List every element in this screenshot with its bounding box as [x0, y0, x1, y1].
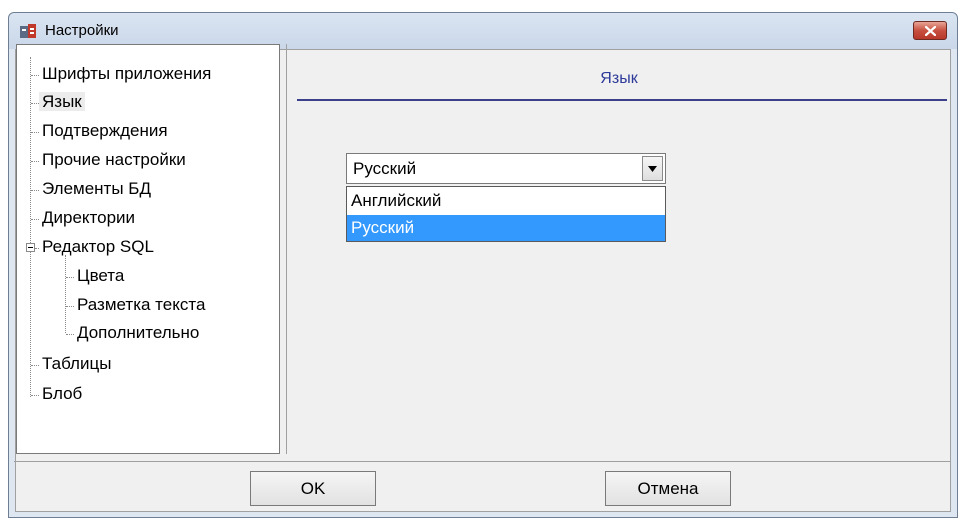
tree-item-label: Цвета: [77, 266, 125, 285]
tree-item-other-settings[interactable]: Прочие настройки: [39, 148, 189, 174]
tree-item-label: Прочие настройки: [42, 150, 186, 169]
language-option-english[interactable]: Английский: [347, 188, 665, 214]
tree-item-label: Директории: [42, 208, 136, 227]
panel-title: Язык: [600, 70, 638, 87]
close-button[interactable]: [913, 21, 947, 40]
tree-item-label: Разметка текста: [77, 295, 206, 314]
tree-item-label: Подтверждения: [42, 121, 168, 140]
tree-item-db-elements[interactable]: Элементы БД: [39, 177, 154, 203]
settings-tree[interactable]: Шрифты приложения Язык Подтверждения Про…: [16, 44, 280, 454]
tree-item-directories[interactable]: Директории: [39, 206, 138, 232]
tree-item-label: Элементы БД: [42, 179, 151, 198]
tree-item-label: Шрифты приложения: [42, 64, 212, 83]
tree-item-app-fonts[interactable]: Шрифты приложения: [39, 62, 214, 88]
close-icon: [925, 26, 936, 36]
collapse-toggle-icon[interactable]: [26, 243, 35, 252]
footer-divider: [14, 461, 950, 462]
panel-title-divider: [297, 99, 947, 101]
language-select[interactable]: Русский: [346, 153, 666, 184]
language-dropdown-list: Английский Русский: [346, 186, 666, 242]
tree-item-text-markup[interactable]: Разметка текста: [74, 293, 208, 319]
tree-item-colors[interactable]: Цвета: [74, 264, 127, 290]
tree-item-blob[interactable]: Блоб: [39, 382, 85, 408]
tree-item-label: Редактор SQL: [42, 237, 154, 256]
tree-item-sql-editor[interactable]: Редактор SQL: [39, 235, 157, 261]
tree-item-label: Блоб: [42, 384, 83, 403]
tree-item-additional[interactable]: Дополнительно: [74, 321, 202, 347]
settings-app-icon: [19, 23, 37, 41]
settings-panel: Язык: [286, 44, 950, 454]
chevron-down-icon: [648, 166, 657, 172]
language-option-russian[interactable]: Русский: [347, 215, 665, 241]
tree-item-tables[interactable]: Таблицы: [39, 352, 114, 378]
tree-item-language[interactable]: Язык: [39, 90, 85, 116]
dropdown-button[interactable]: [642, 156, 663, 181]
tree-item-confirmations[interactable]: Подтверждения: [39, 119, 171, 145]
language-select-value: Русский: [353, 159, 417, 178]
ok-button[interactable]: OK: [250, 471, 376, 506]
tree-item-label: Таблицы: [42, 354, 112, 373]
tree-item-label: Язык: [39, 92, 85, 111]
window-title: Настройки: [45, 22, 119, 39]
cancel-button[interactable]: Отмена: [605, 471, 731, 506]
tree-item-label: Дополнительно: [77, 323, 200, 342]
